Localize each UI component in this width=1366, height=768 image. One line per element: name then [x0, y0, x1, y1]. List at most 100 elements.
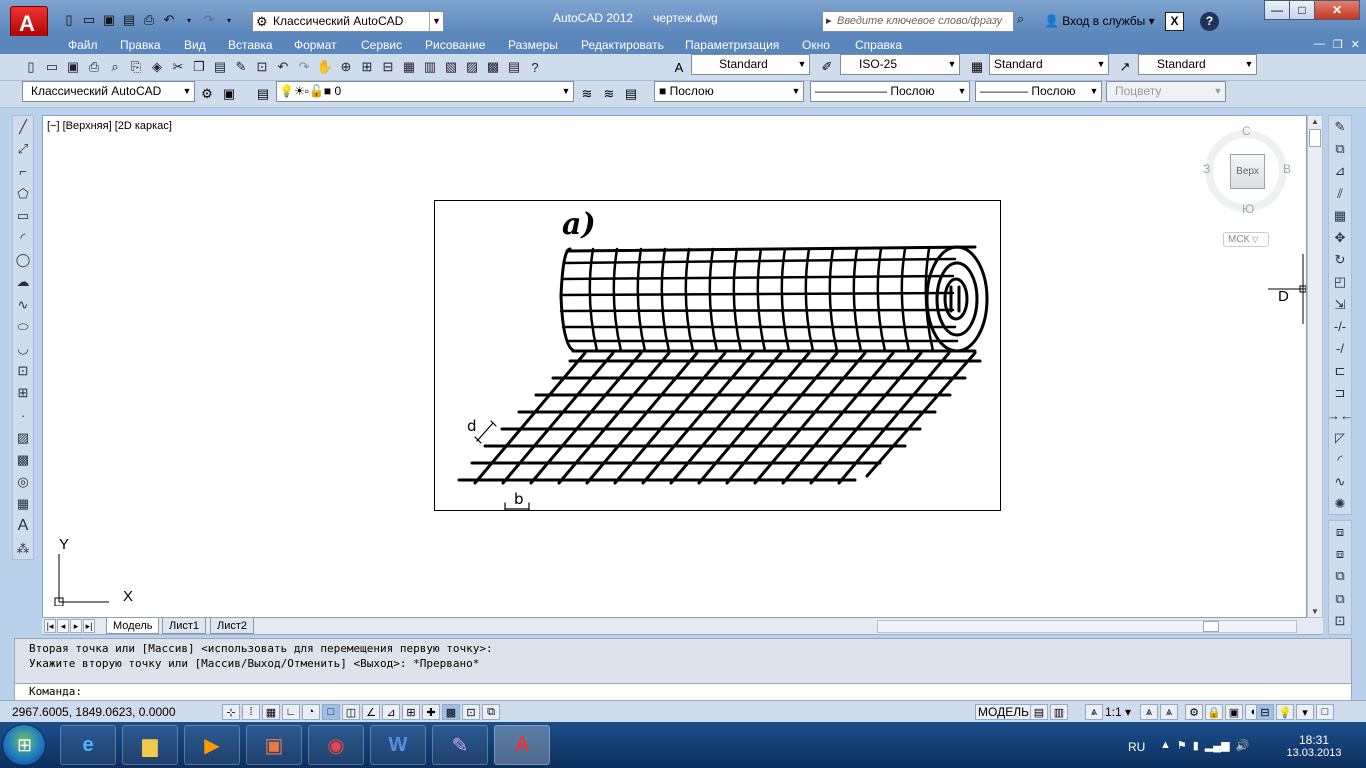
polar-tracking-icon[interactable]: ◔	[302, 704, 320, 720]
make-current-layer-icon[interactable]: ≋	[578, 85, 596, 103]
blend-curves-icon[interactable]: ∿	[1329, 471, 1351, 493]
linetype-select[interactable]: —————— Послою ▼	[810, 81, 970, 102]
scroll-down-icon[interactable]: ▼	[1308, 607, 1322, 616]
pan-icon[interactable]: ✋	[316, 58, 334, 76]
menu-help[interactable]: Справка	[855, 38, 902, 52]
open-icon[interactable]: ▭	[80, 11, 98, 29]
prev-tab-icon[interactable]: ◂	[57, 619, 69, 633]
help-button[interactable]: ?	[1200, 12, 1219, 31]
save-icon[interactable]: ▣	[100, 11, 118, 29]
wcs-menu[interactable]: МСК ▽	[1223, 232, 1269, 247]
construction-line-icon[interactable]: ⤢	[13, 138, 33, 160]
login-button[interactable]: 👤 Вход в службы ▾	[1044, 14, 1155, 28]
dim-style-select[interactable]: ISO-25 ▼	[840, 54, 960, 75]
workspace-toolbar-select[interactable]: Классический AutoCAD ▼	[22, 81, 195, 102]
3d-object-snap-icon[interactable]: ◫	[342, 704, 360, 720]
vertical-scrollbar[interactable]: ▲ ▼	[1307, 115, 1323, 618]
new-icon[interactable]: ▯	[60, 11, 78, 29]
table-style-icon[interactable]: ▦	[968, 58, 986, 76]
viewport-controls-label[interactable]: [−] [Верхняя] [2D каркас]	[47, 120, 172, 132]
status-menu-icon[interactable]: ▾	[1296, 704, 1314, 720]
hardware-acceleration-icon[interactable]: ▣	[1225, 704, 1243, 720]
compass-north[interactable]: С	[1242, 124, 1251, 138]
rotate-icon[interactable]: ↻	[1329, 249, 1351, 271]
coordinates-readout[interactable]: 2967.6005, 1849.0623, 0.0000	[12, 705, 176, 719]
make-block-icon[interactable]: ⊞	[13, 382, 33, 404]
open-icon[interactable]: ▭	[43, 58, 61, 76]
redo-icon[interactable]: ↷	[295, 58, 313, 76]
mdi-restore-button[interactable]: ❐	[1333, 38, 1343, 51]
array-icon[interactable]: ▦	[1329, 205, 1351, 227]
mdi-minimize-button[interactable]: —	[1314, 38, 1325, 51]
move-icon[interactable]: ✥	[1329, 227, 1351, 249]
ortho-mode-icon[interactable]: ∟	[282, 704, 300, 720]
command-input[interactable]: Команда:	[15, 683, 1351, 700]
menu-view[interactable]: Вид	[184, 38, 206, 52]
publish-icon[interactable]: ⎘	[127, 58, 145, 76]
taskbar-media-player[interactable]: ▶	[184, 725, 240, 765]
selection-cycling-icon[interactable]: ⧉	[482, 704, 500, 720]
explode-icon[interactable]: ✺	[1329, 493, 1351, 515]
mirror-icon[interactable]: ⊿	[1329, 160, 1351, 182]
workspace-switching-icon[interactable]: ⚙	[1185, 704, 1203, 720]
arc-icon[interactable]: ◜	[13, 227, 33, 249]
design-center-icon[interactable]: ▥	[421, 58, 439, 76]
menu-edit[interactable]: Правка	[120, 38, 161, 52]
region-icon[interactable]: ◎	[13, 471, 33, 493]
start-button[interactable]: ⊞	[2, 724, 46, 766]
new-icon[interactable]: ▯	[22, 58, 40, 76]
drawing-area[interactable]: [−] [Верхняя] [2D каркас] а) d b D Верх …	[42, 115, 1307, 618]
revision-cloud-icon[interactable]: ☁	[13, 271, 33, 293]
save-as-icon[interactable]: ▤	[120, 11, 138, 29]
redo-icon[interactable]: ↷	[200, 11, 218, 29]
bring-above-icon[interactable]: ⧉	[1329, 565, 1351, 587]
break-icon[interactable]: ⊐	[1329, 382, 1351, 404]
first-tab-icon[interactable]: |◂	[44, 619, 56, 633]
layer-previous-icon[interactable]: ≋	[600, 85, 618, 103]
lightbulb-icon[interactable]: 💡	[1276, 704, 1294, 720]
fillet-icon[interactable]: ◜	[1329, 449, 1351, 471]
layer-properties-icon[interactable]: ▤	[254, 85, 272, 103]
tab-model[interactable]: Модель	[106, 618, 160, 634]
print-icon[interactable]: ⎙	[85, 58, 103, 76]
chamfer-icon[interactable]: ◸	[1329, 427, 1351, 449]
transparency-icon[interactable]: ▩	[442, 704, 460, 720]
undo-icon[interactable]: ↶	[274, 58, 292, 76]
send-under-icon[interactable]: ⧉	[1329, 588, 1351, 610]
tab-layout1[interactable]: Лист1	[162, 618, 207, 634]
multileader-style-select[interactable]: Standard ▼	[1138, 54, 1257, 75]
search-input[interactable]: ▸ Введите ключевое слово/фразу	[822, 11, 1014, 32]
cut-icon[interactable]: ✂	[169, 58, 187, 76]
menu-format[interactable]: Формат	[294, 38, 337, 52]
zoom-realtime-icon[interactable]: ⊕	[337, 58, 355, 76]
vertical-scroll-thumb[interactable]	[1309, 129, 1321, 147]
undo-dropdown-icon[interactable]: ▾	[180, 11, 198, 29]
rectangle-icon[interactable]: ▭	[13, 205, 33, 227]
exchange-x-icon[interactable]: X	[1165, 12, 1184, 31]
block-editor-icon[interactable]: ⊡	[253, 58, 271, 76]
trim-icon[interactable]: -/-	[1329, 316, 1351, 338]
clean-screen-icon[interactable]: □	[1316, 704, 1334, 720]
snap-mode-icon[interactable]: ⁞	[242, 704, 260, 720]
dynamic-input-icon[interactable]: ⊞	[402, 704, 420, 720]
sheet-set-icon[interactable]: ▨	[463, 58, 481, 76]
table-icon[interactable]: ▦	[13, 493, 33, 515]
tab-layout2[interactable]: Лист2	[210, 618, 255, 634]
stretch-icon[interactable]: ⇲	[1329, 294, 1351, 316]
taskbar-app-4[interactable]: ▣	[246, 725, 302, 765]
dynamic-ucs-icon[interactable]: ⊿	[382, 704, 400, 720]
markup-icon[interactable]: ▩	[484, 58, 502, 76]
object-snap-icon[interactable]: □	[322, 704, 340, 720]
compass-south[interactable]: Ю	[1242, 202, 1254, 216]
hatch-icon[interactable]: ▨	[13, 427, 33, 449]
spline-icon[interactable]: ∿	[13, 294, 33, 316]
menu-draw[interactable]: Рисование	[425, 38, 485, 52]
auto-scale-icon[interactable]: ⩓	[1160, 704, 1178, 720]
workspace-select[interactable]: ⚙ Классический AutoCAD ▼	[252, 11, 444, 32]
close-button[interactable]: ✕	[1314, 0, 1360, 20]
copy-object-icon[interactable]: ⧉	[1329, 138, 1351, 160]
redo-dropdown-icon[interactable]: ▾	[220, 11, 238, 29]
layer-select[interactable]: 💡☀▫🔓■ 0 ▼	[276, 81, 574, 102]
menu-tools[interactable]: Сервис	[361, 38, 402, 52]
scale-icon[interactable]: ◰	[1329, 271, 1351, 293]
